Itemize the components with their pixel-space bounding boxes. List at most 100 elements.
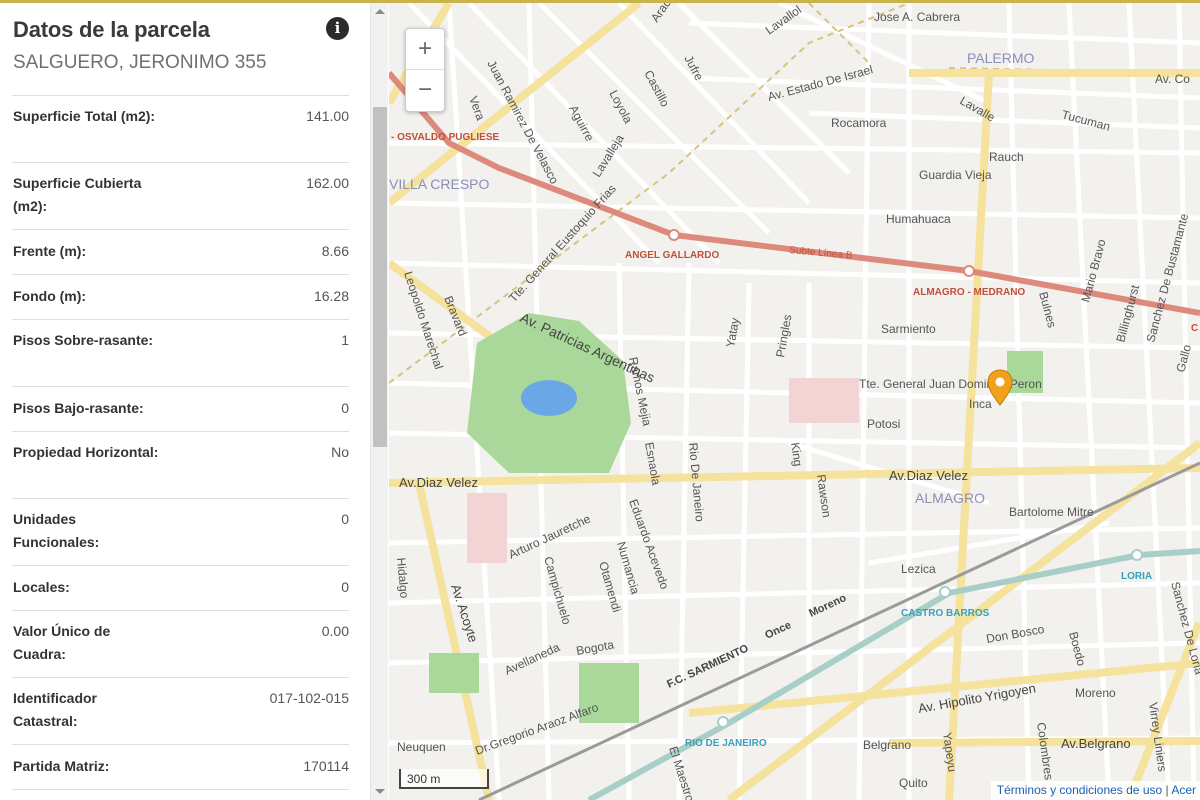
station-label: ANGEL GALLARDO — [625, 250, 719, 261]
neighborhood-label: VILLA CRESPO — [389, 176, 489, 192]
data-row-label: Fondo (m): — [13, 288, 87, 304]
street-label: Inca — [969, 397, 992, 411]
panel-scrollbar[interactable] — [370, 3, 388, 800]
street-label: Lezica — [901, 562, 936, 576]
data-row-value: 0 — [341, 400, 349, 416]
scrollbar-thumb[interactable] — [373, 107, 387, 447]
street-label: Vera — [466, 94, 488, 122]
street-label: Guardia Vieja — [919, 168, 992, 182]
neighborhood-label: ALMAGRO — [915, 490, 985, 506]
street-label: Tucuman — [1060, 107, 1112, 133]
street-label: Aguirre — [566, 103, 597, 144]
park-lake — [521, 380, 577, 416]
street-label: Tte. General Eustoquio Frias — [506, 182, 619, 305]
data-row-value: 141.00 — [306, 108, 349, 124]
panel-header: Datos de la parcela i SALGUERO, JERONIMO… — [0, 3, 370, 95]
street-label: Belgrano — [863, 738, 911, 752]
street-label: Av.Belgrano — [1061, 736, 1131, 751]
data-row-pisos-sobre-rasante: Pisos Sobre-rasante: 1 — [12, 320, 349, 387]
street-label: Bogota — [575, 638, 615, 658]
data-row-fondo: Fondo (m): 16.28 — [12, 275, 349, 320]
hospital-block — [789, 378, 859, 423]
terms-link[interactable]: Términos y condiciones de uso — [997, 783, 1162, 797]
data-row-pisos-bajo-rasante: Pisos Bajo-rasante: 0 — [12, 387, 349, 432]
data-row-superficie-cubierta: Superficie Cubierta (m2): 162.00 — [12, 163, 349, 230]
parcel-data-list: Superficie Total (m2): 141.00 Superficie… — [12, 95, 349, 790]
data-row-identificador-catastral: Identificador Catastral: 017-102-015 — [12, 678, 349, 745]
street-label: Potosi — [867, 417, 900, 431]
data-row-label: Locales: — [13, 579, 70, 595]
street-label: Araoz — [648, 3, 677, 25]
attribution-link[interactable]: Acer — [1171, 783, 1196, 797]
street-label: Billinghurst — [1113, 283, 1142, 344]
scroll-up-icon[interactable] — [375, 9, 385, 14]
line-label: Once — [763, 619, 793, 642]
data-row-label: Pisos Sobre-rasante: — [13, 332, 154, 348]
station-label: LORIA — [1121, 571, 1152, 582]
scale-bar: 300 m — [399, 769, 489, 789]
park-patch — [429, 653, 479, 693]
zoom-in-button[interactable]: + — [406, 29, 444, 70]
line-label: F.C. SARMIENTO — [665, 642, 751, 690]
data-row-label: Propiedad Horizontal: — [13, 444, 159, 460]
data-row-value: 1 — [341, 332, 349, 348]
data-row-label: Partida Matriz: — [13, 758, 110, 774]
parcel-address: SALGUERO, JERONIMO 355 — [13, 52, 267, 73]
map-attribution: Términos y condiciones de uso | Acer — [990, 781, 1200, 800]
panel-title: Datos de la parcela — [13, 17, 210, 42]
station-label: ALMAGRO - MEDRANO — [913, 287, 1025, 298]
street-label: Quito — [899, 776, 928, 790]
data-row-label: Pisos Bajo-rasante: — [13, 400, 144, 416]
data-row-superficie-total: Superficie Total (m2): 141.00 — [12, 96, 349, 163]
data-row-label: Superficie Total (m2): — [13, 108, 156, 124]
station-label: C — [1191, 323, 1198, 334]
info-icon[interactable]: i — [326, 17, 349, 40]
street-label: Rawson — [814, 473, 834, 518]
street-label: Pringles — [773, 313, 794, 358]
data-row-value: 162.00 — [306, 175, 349, 191]
line-label: Subte Línea B — [789, 245, 853, 262]
data-row-value: No — [331, 444, 349, 460]
street-label: Lavalleja — [590, 132, 627, 180]
data-row-label: Identificador Catastral: — [13, 690, 98, 729]
street-label: Sarmiento — [881, 322, 936, 336]
street-label: Av. Co — [1155, 72, 1190, 86]
street-label: Arturo Jauretche — [506, 511, 593, 561]
map-view[interactable]: Jose A. Cabrera Av. Estado De Israel Av.… — [389, 3, 1200, 800]
street-label: Bartolome Mitre — [1009, 505, 1094, 519]
data-row-propiedad-horizontal: Propiedad Horizontal: No — [12, 432, 349, 499]
street-label: Hidalgo — [394, 557, 412, 599]
data-row-unidades-funcionales: Unidades Funcionales: 0 — [12, 499, 349, 566]
scroll-down-icon[interactable] — [375, 789, 385, 794]
street-label: Yatay — [723, 317, 742, 349]
street-label: Tte. General Juan Domingo Peron — [859, 377, 1042, 391]
street-label: Av.Diaz Velez — [889, 468, 968, 483]
data-row-label: Superficie Cubierta (m2): — [13, 175, 142, 214]
street-label: El Maestro — [666, 745, 697, 800]
data-row-value: 017-102-015 — [269, 690, 349, 706]
zoom-out-button[interactable]: − — [406, 70, 444, 111]
data-row-value: 16.28 — [313, 288, 349, 304]
zoom-control: + − — [405, 28, 445, 112]
data-row-label: Frente (m): — [13, 243, 87, 259]
data-row-frente: Frente (m): 8.66 — [12, 230, 349, 275]
data-row-valor-unico-cuadra: Valor Único de Cuadra: 0.00 — [12, 611, 349, 678]
data-row-value: 170114 — [303, 758, 349, 774]
data-row-value: 0 — [341, 579, 349, 595]
street-label: Jose A. Cabrera — [874, 10, 960, 24]
street-label: King — [788, 441, 805, 467]
station-label: CASTRO BARROS — [901, 608, 990, 619]
data-row-label: Unidades Funcionales: — [13, 511, 100, 550]
data-row-locales: Locales: 0 — [12, 566, 349, 611]
station-label: RIO DE JANEIRO — [685, 738, 767, 749]
data-row-partida-matriz: Partida Matriz: 170114 — [12, 745, 349, 790]
street-label: Rio De Janeiro — [686, 442, 707, 523]
data-row-label: Valor Único de Cuadra: — [13, 623, 111, 662]
street-label: Av.Diaz Velez — [399, 475, 478, 490]
street-label: Colombres — [1034, 721, 1056, 780]
line-label: Moreno — [807, 592, 848, 620]
street-label: Otamendi — [596, 560, 624, 614]
data-row-value: 0 — [341, 511, 349, 527]
top-accent-line — [0, 0, 1200, 3]
street-label: Lavallol — [763, 3, 804, 37]
